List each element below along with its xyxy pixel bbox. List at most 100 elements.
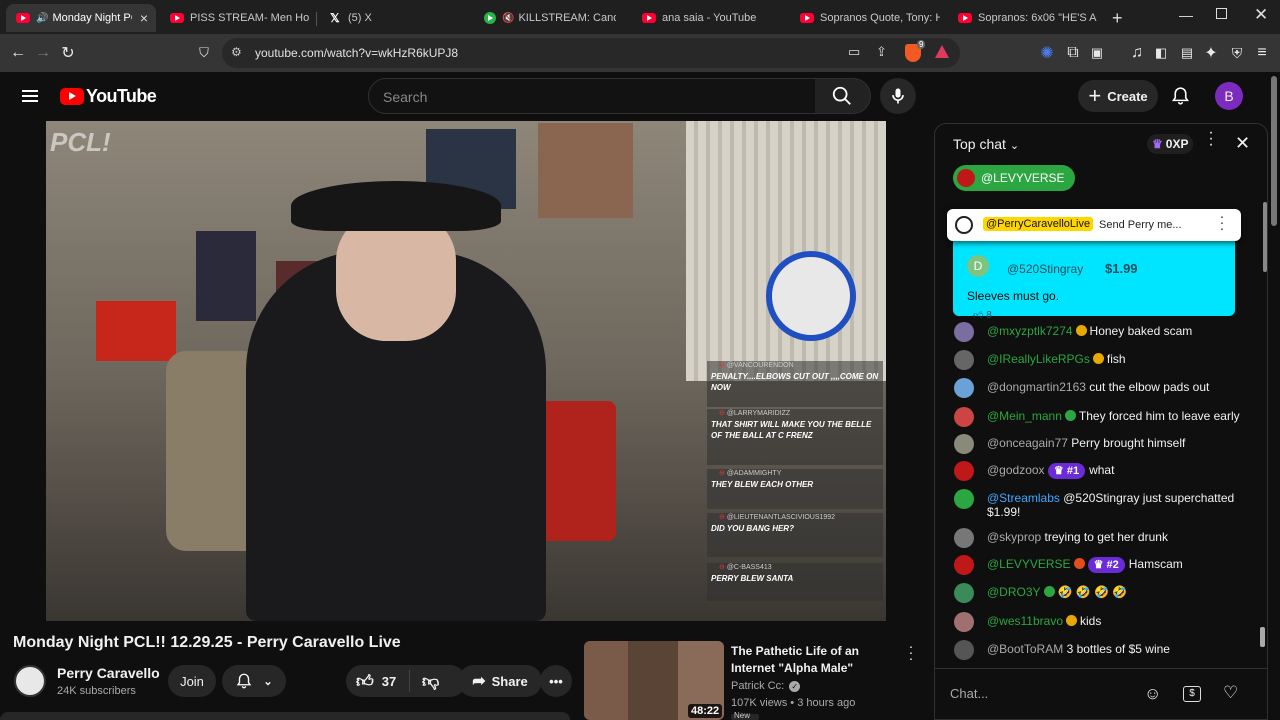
chat-author[interactable]: @BootToRAM <box>987 642 1063 656</box>
superchat-like[interactable]: 👍︎ 8 <box>973 309 992 321</box>
chat-avatar[interactable] <box>954 322 974 342</box>
vpn-icon[interactable]: ✺ <box>1036 42 1058 64</box>
leo-ai-icon[interactable]: ✦ <box>1200 42 1222 64</box>
heart-icon[interactable]: ♡ <box>1223 683 1238 703</box>
chat-avatar[interactable] <box>954 583 974 603</box>
tab-monday-night-pcl[interactable]: 🔊 Monday Night PCL × <box>6 4 156 32</box>
brave-rewards-icon[interactable] <box>935 45 949 58</box>
youtube-logo-text[interactable]: YouTube <box>86 86 157 107</box>
pinned-message[interactable]: @PerryCaravelloLive Send Perry me... · · · <box>947 209 1241 241</box>
search-input[interactable]: Search <box>368 78 816 114</box>
minimize-icon[interactable]: — <box>1179 7 1193 23</box>
ticker-user: @LEVYVERSE <box>981 171 1065 185</box>
chat-author[interactable]: @Streamlabs <box>987 491 1060 505</box>
subscribe-notification-button[interactable]: ⌄ <box>222 665 286 697</box>
chat-avatar[interactable] <box>954 489 974 509</box>
chat-avatar[interactable] <box>954 407 974 427</box>
search-button[interactable] <box>815 78 871 114</box>
tab-close-icon[interactable]: × <box>140 10 148 26</box>
chat-author[interactable]: @Mein_mann <box>987 409 1062 423</box>
share-label: Share <box>491 673 528 689</box>
video-player[interactable]: PCL! @VANCOURENDON PENALTY....ELBOWS CUT… <box>46 121 886 621</box>
chat-avatar[interactable] <box>954 350 974 370</box>
hamburger-menu-icon[interactable] <box>22 87 38 105</box>
dislike-button[interactable]: 👎︎ <box>410 671 439 692</box>
more-actions-button[interactable]: ••• <box>540 665 572 697</box>
site-info-icon[interactable]: ⚙ <box>231 45 242 59</box>
superchat-like-count: 8 <box>986 310 992 321</box>
reload-icon[interactable]: ↻ <box>57 42 79 64</box>
chat-author[interactable]: @mxyzptlk7274 <box>987 324 1073 338</box>
chat-author[interactable]: @dongmartin2163 <box>987 380 1086 394</box>
top-chat-dropdown[interactable]: Top chat ⌄ <box>953 136 1019 152</box>
tab-sopranos-6x06[interactable]: Sopranos: 6x06 "HE'S A FA <box>948 4 1098 32</box>
extensions-icon[interactable]: ⧉ <box>1062 42 1084 64</box>
overlay-comment-user: @C-BASS413 <box>719 563 883 571</box>
chat-scroll-thumb[interactable] <box>1260 627 1265 647</box>
chat-avatar[interactable] <box>954 528 974 548</box>
chat-input[interactable]: Chat... <box>950 686 988 701</box>
create-button[interactable]: + Create <box>1078 80 1158 112</box>
address-bar[interactable]: ⚙ youtube.com/watch?v=wkHzR6kUPJ8 ▭ ⇪ 9 <box>222 38 960 68</box>
sidebar-panel-icon[interactable]: ▣ <box>1086 42 1108 64</box>
red-object <box>96 301 176 361</box>
tab-killstream[interactable]: 🔇 KILLSTREAM: Candace <box>474 4 624 32</box>
cast-icon[interactable]: ▭ <box>848 44 860 60</box>
pinned-more-vertical-icon[interactable]: · · · <box>1218 209 1226 235</box>
chat-avatar[interactable] <box>954 434 974 454</box>
like-button[interactable]: 👍︎ 37 <box>346 670 410 692</box>
back-arrow-icon[interactable]: ← <box>7 42 29 64</box>
share-icon[interactable]: ⇪ <box>876 44 887 60</box>
voice-search-button[interactable] <box>880 78 916 114</box>
vpn-shield-icon[interactable]: ⛨ <box>1226 42 1248 64</box>
maximize-icon[interactable] <box>1216 8 1227 19</box>
more-horizontal-icon: ••• <box>549 673 563 689</box>
xp-badge[interactable]: ♛ 0XP <box>1147 134 1194 154</box>
more-vertical-icon[interactable]: · · · <box>907 639 915 665</box>
chat-avatar[interactable] <box>954 555 974 575</box>
chat-more-vertical-icon[interactable]: · · · <box>1207 125 1215 153</box>
forward-arrow-icon[interactable]: → <box>32 42 54 64</box>
tab-x[interactable]: 𝕏 (5) X <box>320 4 470 32</box>
media-controls-icon[interactable]: ♫ <box>1126 42 1148 64</box>
new-tab-button[interactable]: + <box>1112 8 1123 29</box>
page-scrollbar[interactable] <box>1271 76 1277 226</box>
channel-name[interactable]: Perry Caravello <box>57 665 160 681</box>
emoji-icon[interactable]: ☺ <box>1144 684 1161 704</box>
chat-author[interactable]: @wes11bravo <box>987 614 1063 628</box>
chat-author[interactable]: @LEVYVERSE <box>987 557 1071 571</box>
recommended-video-title[interactable]: The Pathetic Life of an Internet "Alpha … <box>731 643 901 677</box>
tab-piss-stream[interactable]: PISS STREAM- Men Holdin <box>160 4 310 32</box>
join-button[interactable]: Join <box>168 665 216 697</box>
youtube-logo-icon[interactable] <box>60 88 84 105</box>
ticker-pill[interactable]: @LEVYVERSE <box>953 165 1075 191</box>
window-close-icon[interactable]: ✕ <box>1254 5 1268 25</box>
superchat-card[interactable]: D @520Stingray $1.99 Sleeves must go. 👍︎… <box>953 230 1235 321</box>
super-chat-icon[interactable]: $ <box>1183 686 1201 702</box>
bookmark-icon[interactable]: ⛉ <box>193 42 215 64</box>
share-button[interactable]: ➦ Share <box>458 665 542 697</box>
recommended-channel[interactable]: Patrick Cc: ✓ <box>731 680 801 692</box>
notifications-bell-icon[interactable] <box>1170 85 1191 107</box>
chat-author[interactable]: @DRO3Y <box>987 585 1041 599</box>
chat-close-icon[interactable]: ✕ <box>1235 133 1250 154</box>
account-avatar[interactable]: B <box>1215 82 1243 110</box>
tab-sopranos-quote[interactable]: Sopranos Quote, Tony: He <box>790 4 940 32</box>
channel-avatar[interactable] <box>14 665 46 697</box>
chat-author[interactable]: @IReallyLikeRPGs <box>987 352 1090 366</box>
menu-icon[interactable]: ≡ <box>1251 42 1273 64</box>
chat-scrollbar[interactable] <box>1263 202 1267 272</box>
chat-avatar[interactable] <box>954 612 974 632</box>
sidebar-toggle-icon[interactable]: ◧ <box>1150 42 1172 64</box>
wallet-icon[interactable]: ▤ <box>1176 42 1198 64</box>
subscriber-count: 24K subscribers <box>57 685 136 697</box>
chat-avatar[interactable] <box>954 461 974 481</box>
chat-avatar[interactable] <box>954 378 974 398</box>
share-arrow-icon: ➦ <box>472 673 486 690</box>
tab-ana-saia[interactable]: ana saia - YouTube <box>632 4 782 32</box>
chat-message: @IReallyLikeRPGs fish <box>987 352 1243 366</box>
chat-author[interactable]: @godzoox <box>987 463 1045 477</box>
chat-author[interactable]: @onceagain77 <box>987 436 1068 450</box>
chat-avatar[interactable] <box>954 640 974 660</box>
chat-author[interactable]: @skyprop <box>987 530 1041 544</box>
